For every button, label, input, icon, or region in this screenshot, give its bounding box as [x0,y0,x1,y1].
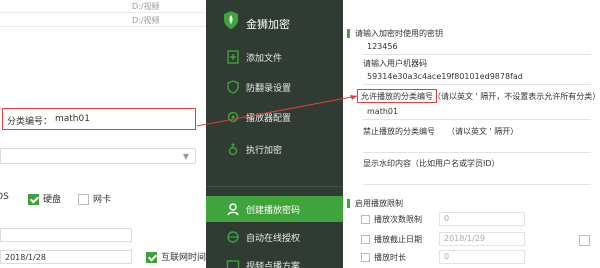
date-input[interactable]: 2018/1/28 [0,250,132,264]
limit-duration-checkbox[interactable] [361,253,370,262]
forbid-class-hint: （请以英文 ' 隔开） [447,127,519,136]
limit-duration-option[interactable]: 播放时长 [361,252,406,263]
sidebar-item-label: 播放器配置 [246,114,292,124]
machine-code-input[interactable]: 59314e30a3c4ace19f80101ed9878fad [363,70,591,85]
limit-count-option[interactable]: 播放次数限制 [361,214,422,225]
encrypt-icon [228,143,238,156]
limit-date-checkbox[interactable] [361,235,370,244]
class-id-label: 分类编号： [7,117,53,127]
limit-date-input[interactable]: 2018/1/29 [439,232,525,246]
file-row[interactable]: D:/视频 [0,0,206,13]
file-row[interactable]: D:/视频 [0,14,206,27]
internet-time-option[interactable]: 互联网时间 [146,250,206,263]
settings-icon [227,111,239,123]
forbid-class-input[interactable] [363,138,591,153]
chevron-down-icon: ▼ [182,152,189,161]
key-label: 请输入加密时使用的密钥 [347,29,443,38]
user-icon [227,203,239,216]
sidebar-item-label: 创建播放密码 [246,206,301,216]
main-panel: 请输入加密时使用的密钥 123456 请输入用户机器码 59314e30a3c4… [343,0,600,268]
limit-date-label: 播放截止日期 [374,235,422,244]
limit-duration-label: 播放时长 [374,253,406,262]
sidebar-item-label: 执行加密 [246,146,283,156]
app-logo-icon [224,11,238,29]
option-nic[interactable]: 网卡 [78,192,111,205]
option-os-label: OS [0,192,9,202]
file-path: D:/视频 [132,2,160,11]
limit-count-label: 播放次数限制 [374,215,422,224]
shield-icon [227,80,239,94]
file-path: D:/视频 [132,16,160,25]
sidebar-item-label: 视频点播方案 [246,262,301,268]
sidebar-item-player-config[interactable]: 播放器配置 [206,106,343,128]
video-icon [226,260,240,268]
allow-class-input[interactable]: math01 [363,105,591,120]
class-id-field[interactable]: 分类编号： math01 [2,108,196,130]
option-os[interactable]: OS [0,192,9,202]
app-header: 金狮加密 [206,0,343,42]
limit-count-input[interactable]: 0 [439,212,525,226]
allow-class-label: 允许播放的分类编号 [357,89,437,103]
limit-date-option[interactable]: 播放截止日期 [361,234,422,245]
dropdown-select[interactable]: ▼ [0,148,196,164]
internet-time-checkbox[interactable] [146,252,157,263]
sidebar-item-create-password[interactable]: 创建播放密码 [206,196,343,222]
sidebar-item-add-file[interactable]: 添加文件 [206,46,343,68]
sidebar: 金狮加密 添加文件 防翻录设置 播放器配置 执行加密 创建播放密码 自动在线授权… [206,0,343,268]
key-input[interactable]: 123456 [363,40,591,55]
class-id-value: math01 [55,114,90,124]
limit-date-extra-checkbox[interactable] [579,235,590,246]
limit-label: 启用播放限制 [347,199,403,208]
machine-label: 请输入用户机器码 [363,59,427,68]
option-nic-label: 网卡 [93,195,112,205]
limit-duration-input[interactable]: 0 [439,250,525,264]
disk-checkbox[interactable] [28,194,39,205]
sidebar-item-label: 自动在线授权 [246,234,301,244]
watermark-label: 显示水印内容（比如用户名或学员ID） [363,159,500,168]
sidebar-item-online-auth[interactable]: 自动在线授权 [206,226,343,248]
sidebar-item-encrypt[interactable]: 执行加密 [206,138,343,160]
internet-time-label: 互联网时间 [161,253,206,263]
sidebar-item-label: 添加文件 [246,54,283,64]
watermark-input[interactable] [363,170,591,185]
add-file-icon [227,50,239,64]
forbid-class-label: 禁止播放的分类编号 [363,127,435,136]
sidebar-item-label: 防翻录设置 [246,84,292,94]
sidebar-item-video-plan[interactable]: 视频点播方案 [206,254,343,268]
left-input[interactable] [0,228,132,242]
sidebar-divider [206,186,343,187]
limit-count-checkbox[interactable] [361,215,370,224]
online-icon [227,231,239,243]
app-title: 金狮加密 [246,18,290,31]
option-disk-label: 硬盘 [43,195,62,205]
option-disk[interactable]: 硬盘 [28,192,61,205]
sidebar-item-anti-record[interactable]: 防翻录设置 [206,76,343,98]
left-pane: D:/视频 D:/视频 分类编号： math01 ▼ OS 硬盘 网卡 2018… [0,0,206,268]
nic-checkbox[interactable] [78,194,89,205]
allow-class-hint: （请以英文 ' 隔开，不设置表示允许所有分类） [433,92,600,101]
